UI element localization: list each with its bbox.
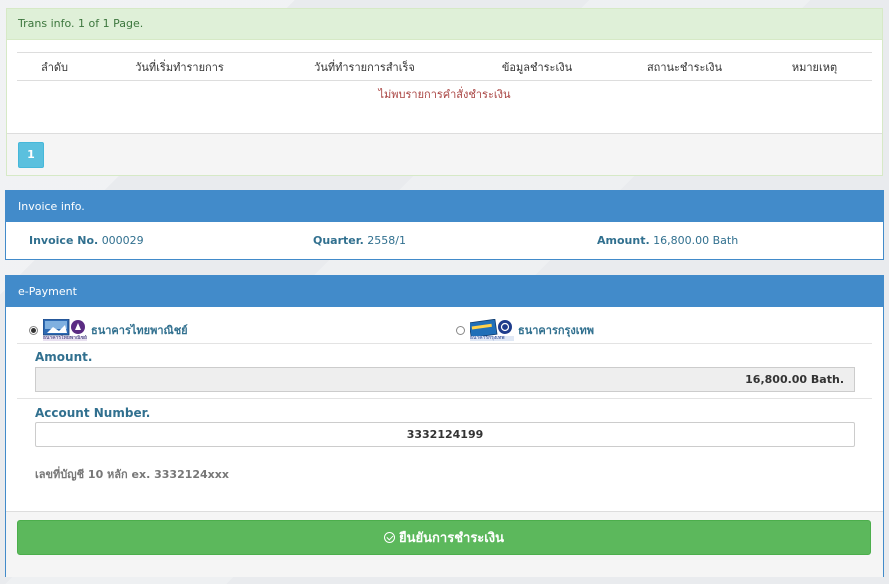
bank-name-bbl: ธนาคารกรุงเทพ [518, 324, 595, 337]
bbl-bank-logo-icon: ธนาคารกรุงเทพ [468, 318, 514, 341]
confirm-payment-button[interactable]: ยืนยันการชำระเงิน [17, 520, 871, 555]
column-header-remark: หมายเหตุ [791, 60, 838, 74]
account-number-label: Account Number. [35, 406, 151, 420]
column-header-order: ลำดับ [40, 60, 69, 74]
pagination-bar: 1 [7, 133, 882, 175]
empty-table-message: ไม่พบรายการคำสั่งชำระเงิน [378, 88, 511, 101]
check-circle-icon [384, 532, 396, 543]
bbl-logo-caption: ธนาคารกรุงเทพ [470, 335, 505, 341]
page-button-1[interactable]: 1 [18, 142, 44, 168]
radio-bbl[interactable] [456, 325, 465, 335]
account-number-hint: เลขที่บัญชี 10 หลัก ex. 3332124xxx [35, 468, 229, 481]
confirm-payment-label: ยืนยันการชำระเงิน [399, 531, 504, 546]
transaction-panel-header: Trans info. 1 of 1 Page. [7, 9, 882, 40]
invoice-details-row: Invoice No. 000029 Quarter. 2558/1 Amoun… [6, 222, 883, 259]
column-header-payment-status: สถานะชำระเงิน [646, 60, 723, 74]
bank-option-scb[interactable]: ธนาคารไทยพาณิชย์ ธนาคารไทยพาณิชย์ [29, 318, 188, 341]
bank-option-bbl[interactable]: ธนาคารกรุงเทพ ธนาคารกรุงเทพ [456, 318, 595, 341]
invoice-amount: Amount. 16,800.00 Bath [574, 234, 858, 247]
amount-field: 16,800.00 Bath. [35, 367, 855, 392]
account-number-input[interactable]: 3332124199 [35, 422, 855, 447]
divider [17, 398, 872, 399]
radio-scb[interactable] [29, 325, 38, 335]
epayment-footer: ยืนยันการชำระเงิน [6, 511, 883, 577]
transaction-table: ลำดับ วันที่เริ่มทำรายการ วันที่ทำรายการ… [17, 52, 872, 109]
scb-bank-logo-icon: ธนาคารไทยพาณิชย์ [42, 318, 87, 341]
invoice-number-label: Invoice No. [29, 234, 99, 247]
amount-label: Amount. [35, 350, 93, 364]
scb-logo-caption: ธนาคารไทยพาณิชย์ [43, 335, 87, 341]
invoice-quarter-label: Quarter. [313, 234, 364, 247]
invoice-number: Invoice No. 000029 [6, 234, 290, 247]
epayment-panel-header: e-Payment [6, 276, 883, 307]
invoice-quarter: Quarter. 2558/1 [290, 234, 574, 247]
invoice-number-value: 000029 [101, 234, 144, 247]
invoice-quarter-value: 2558/1 [367, 234, 406, 247]
invoice-panel: Invoice info. Invoice No. 000029 Quarter… [5, 190, 884, 260]
table-header-row: ลำดับ วันที่เริ่มทำรายการ วันที่ทำรายการ… [17, 52, 872, 81]
epayment-panel: e-Payment ธนาคารไทยพาณิชย์ ธนาคารไทยพาณิ… [5, 275, 884, 577]
column-header-complete-date: วันที่ทำรายการสำเร็จ [314, 60, 415, 74]
column-header-payment-info: ข้อมูลชำระเงิน [501, 60, 573, 74]
invoice-panel-header: Invoice info. [6, 191, 883, 222]
column-header-start-date: วันที่เริ่มทำรายการ [135, 60, 224, 74]
bank-selection-row: ธนาคารไทยพาณิชย์ ธนาคารไทยพาณิชย์ ธนาคาร… [6, 317, 883, 344]
invoice-amount-label: Amount. [597, 234, 650, 247]
bank-name-scb: ธนาคารไทยพาณิชย์ [91, 324, 188, 337]
transaction-panel: Trans info. 1 of 1 Page. ลำดับ วันที่เริ… [6, 8, 883, 176]
divider [17, 343, 872, 344]
invoice-amount-value: 16,800.00 Bath [653, 234, 739, 247]
